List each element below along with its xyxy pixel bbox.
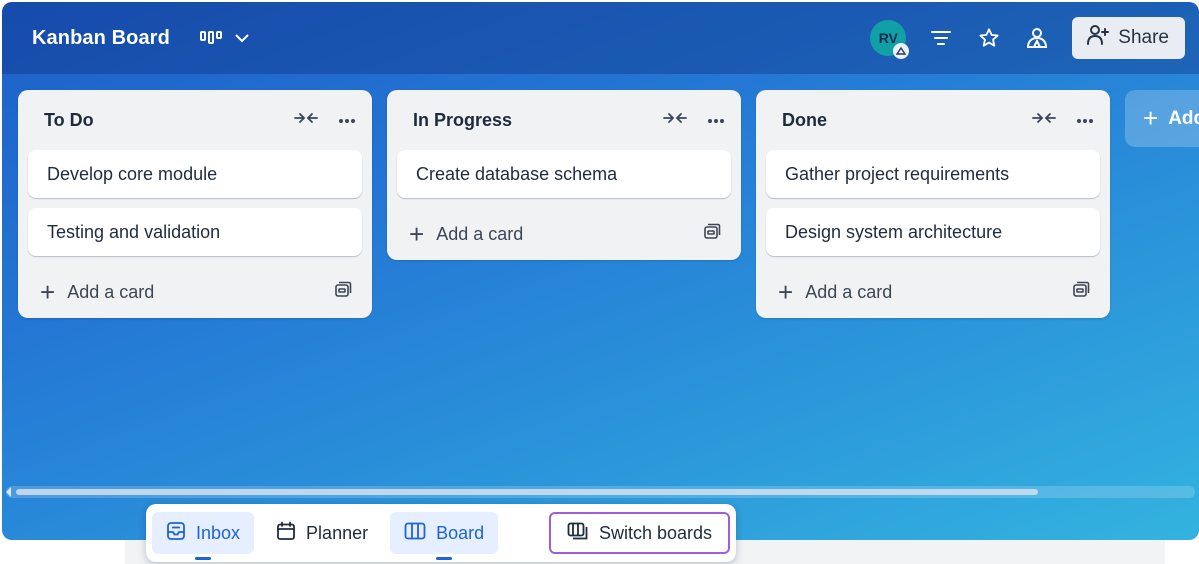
card[interactable]: Create database schema (397, 150, 731, 198)
card-template-icon[interactable] (334, 281, 352, 304)
share-button[interactable]: Share (1072, 17, 1185, 59)
board-columns-icon (404, 522, 426, 545)
card-template-icon[interactable] (703, 223, 721, 246)
plus-icon: + (1143, 103, 1159, 133)
nav-board[interactable]: Board (390, 512, 499, 560)
add-card-label: Add a card (805, 281, 893, 302)
collapse-list-icon[interactable] (1032, 111, 1056, 130)
star-icon[interactable] (976, 25, 1002, 51)
add-card-button[interactable]: + Add a card (387, 208, 741, 260)
board-header: Kanban Board RV Share (2, 2, 1199, 74)
avatar[interactable]: RV (870, 20, 910, 59)
share-label: Share (1118, 27, 1169, 48)
plus-icon: + (778, 277, 794, 307)
board-view-icon (199, 30, 222, 46)
nav-planner-label: Planner (306, 522, 369, 543)
scrollbar-thumb[interactable] (16, 489, 1038, 495)
chevron-down-icon (234, 33, 250, 43)
card[interactable]: Testing and validation (28, 208, 362, 256)
collapse-list-icon[interactable] (294, 111, 318, 130)
collapse-list-icon[interactable] (663, 111, 687, 130)
list-header: To Do (18, 90, 372, 150)
filter-icon[interactable] (928, 25, 954, 51)
add-card-button[interactable]: + Add a card (756, 266, 1110, 318)
card-template-icon[interactable] (1072, 281, 1090, 304)
list-title[interactable]: Done (782, 110, 827, 131)
list-to-do: To Do Develop core module Testing and va… (18, 90, 372, 318)
more-options-icon[interactable] (338, 111, 356, 129)
switch-boards-icon (567, 522, 589, 545)
add-card-label: Add a card (67, 281, 155, 302)
card[interactable]: Design system architecture (766, 208, 1100, 256)
nav-board-label: Board (436, 522, 485, 543)
list-title[interactable]: In Progress (413, 110, 512, 131)
workspace-badge-icon (893, 43, 910, 59)
board-title[interactable]: Kanban Board (32, 27, 170, 50)
avatar-initials: RV (878, 30, 898, 46)
list-header: Done (756, 90, 1110, 150)
inbox-icon (166, 521, 186, 546)
plus-icon: + (40, 277, 56, 307)
add-card-label: Add a card (436, 223, 524, 244)
list-done: Done Gather project requirements Design … (756, 90, 1110, 318)
switch-boards-button[interactable]: Switch boards (548, 512, 730, 554)
list-header: In Progress (387, 90, 741, 150)
add-list-button[interactable]: + Add (1125, 90, 1199, 147)
card[interactable]: Gather project requirements (766, 150, 1100, 198)
nav-inbox-label: Inbox (196, 522, 241, 543)
plus-icon: + (409, 219, 425, 249)
calendar-icon (276, 521, 296, 546)
more-options-icon[interactable] (707, 111, 725, 129)
add-list-label: Add (1168, 107, 1199, 129)
nav-planner[interactable]: Planner (262, 512, 382, 554)
nav-inbox[interactable]: Inbox (152, 512, 255, 560)
list-in-progress: In Progress Create database schema + Add… (387, 90, 741, 260)
horizontal-scrollbar[interactable] (6, 486, 1195, 498)
board-view-switcher[interactable] (199, 30, 250, 46)
add-card-button[interactable]: + Add a card (18, 266, 372, 318)
team-visibility-icon[interactable] (1024, 25, 1050, 51)
scroll-left-arrow-icon[interactable] (6, 487, 11, 497)
add-person-icon (1086, 24, 1110, 52)
card[interactable]: Develop core module (28, 150, 362, 198)
board-canvas: Kanban Board RV Share To Do Develop core… (2, 2, 1199, 540)
list-title[interactable]: To Do (44, 110, 94, 131)
switch-boards-label: Switch boards (598, 522, 712, 543)
more-options-icon[interactable] (1076, 111, 1094, 129)
bottom-navigation: Inbox Planner Board Switch boards (146, 504, 736, 562)
